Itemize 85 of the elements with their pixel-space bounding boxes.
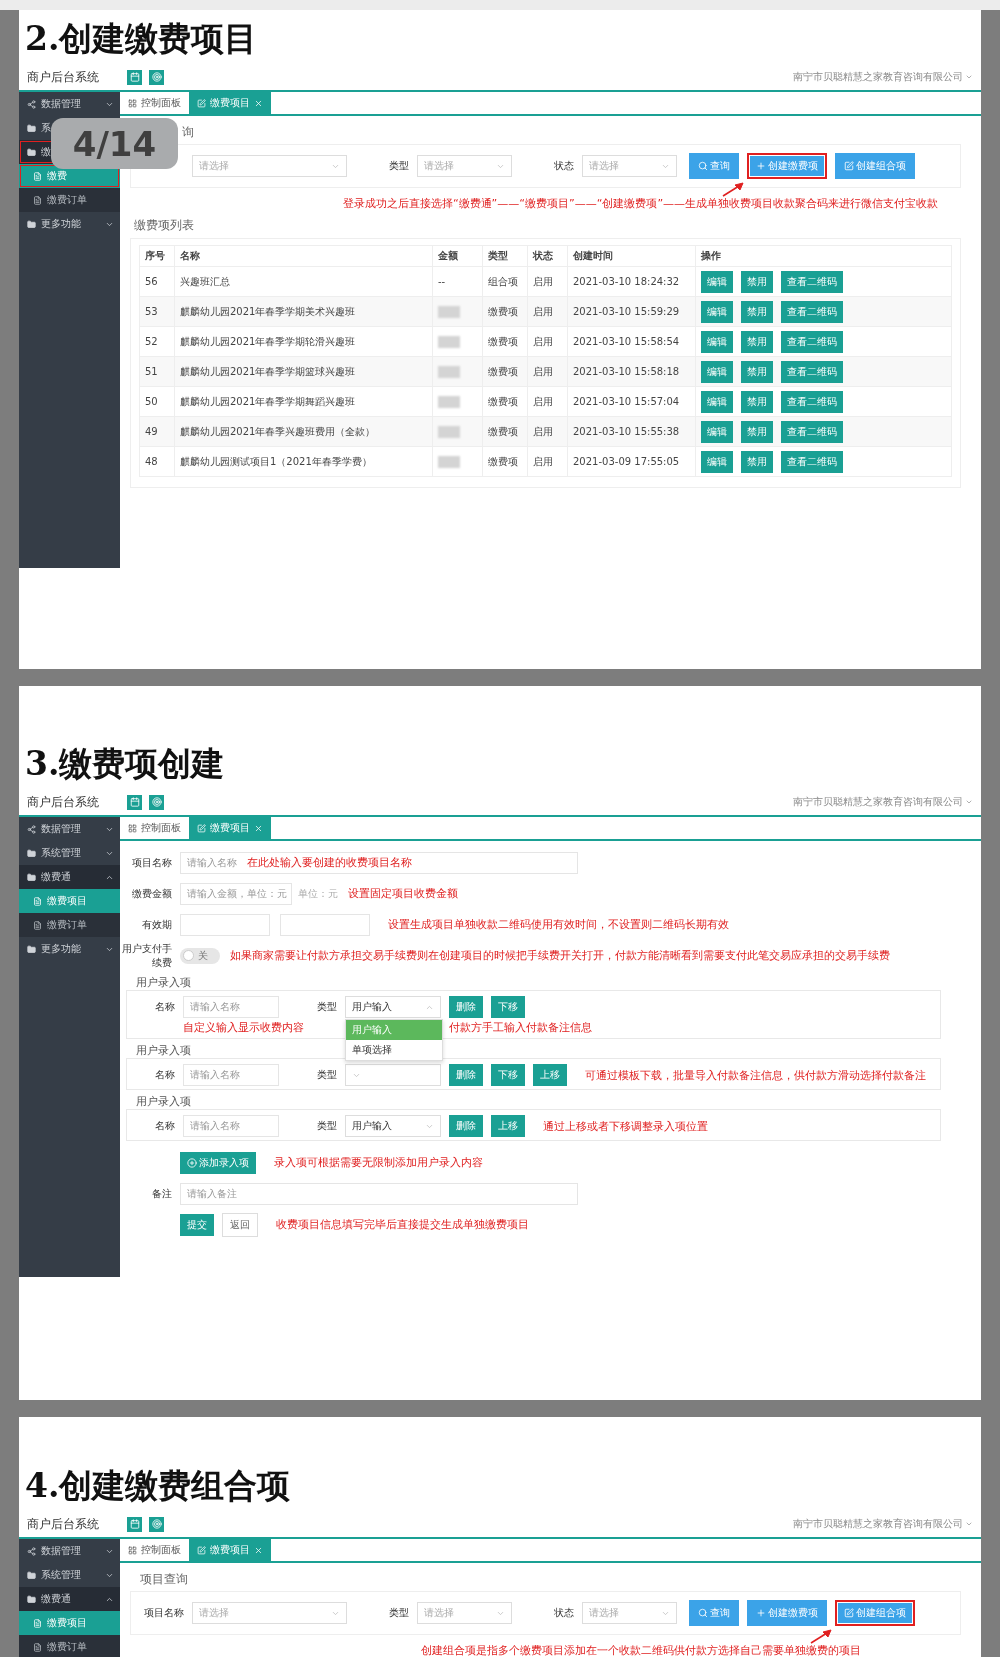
annotation: 收费项目信息填写完毕后直接提交生成单独缴费项目 — [276, 1217, 529, 1232]
field-label: 类型 — [316, 1068, 337, 1082]
table-cell: 启用 — [527, 416, 568, 447]
field-label: 状态 — [553, 1606, 574, 1620]
column-header: 序号 — [139, 245, 175, 267]
table-cell: 2021-03-10 15:55:38 — [567, 416, 696, 447]
table-cell: 2021-03-10 15:58:54 — [567, 326, 696, 357]
table-cell: 48 — [139, 446, 175, 477]
annotation: 如果商家需要让付款方承担交易手续费则在创建项目的时候把手续费开关打开，付款方能清晰看到需要支付此笔交易应承担的交易手续费 — [230, 948, 890, 963]
table-cell: 53 — [139, 296, 175, 327]
table-cell: 2021-03-09 17:55:05 — [567, 446, 696, 477]
table-cell: 51 — [139, 356, 175, 387]
field-label: 类型 — [388, 159, 409, 173]
field-label: 项目名称 — [131, 855, 172, 870]
field-label: 名称 — [154, 1119, 175, 1133]
field-label: 缴费金额 — [131, 886, 172, 901]
table-cell: 麒麟幼儿园2021年春季兴趣班费用（全款） — [174, 416, 433, 447]
section-heading: 缴费项列表 — [134, 217, 194, 234]
table-cell: 缴费项 — [482, 356, 528, 387]
table-cell: 2021-03-10 15:59:29 — [567, 296, 696, 327]
annotation: 录入项可根据需要无限制添加用户录入内容 — [274, 1155, 483, 1170]
annotation: 自定义输入显示收费内容 — [183, 1020, 304, 1035]
table-cell: 50 — [139, 386, 175, 417]
field-label: 类型 — [316, 1000, 337, 1014]
annotation: 设置固定项目收费金额 — [348, 886, 458, 901]
table-cell: 麒麟幼儿园测试项目1（2021年春季学费） — [174, 446, 433, 477]
app-brand: 商户后台系统 — [27, 1515, 100, 1533]
table-cell: 49 — [139, 416, 175, 447]
table-cell: 启用 — [527, 386, 568, 417]
slide-title: 4.创建缴费组合项 — [24, 1465, 292, 1507]
table-cell: 2021-03-10 15:58:18 — [567, 356, 696, 387]
table-cell: 缴费项 — [482, 446, 528, 477]
column-header: 金额 — [432, 245, 483, 267]
annotation: 设置生成项目单独收款二维码使用有效时间，不设置则二维码长期有效 — [388, 917, 729, 932]
table-cell: 2021-03-10 18:24:32 — [567, 266, 696, 297]
table-cell: 2021-03-10 15:57:04 — [567, 386, 696, 417]
column-header: 状态 — [527, 245, 568, 267]
table-cell: 56 — [139, 266, 175, 297]
table-cell: -- — [432, 266, 483, 297]
table-cell: 启用 — [527, 266, 568, 297]
field-label: 项目名称 — [143, 1606, 184, 1620]
annotation: 可通过模板下载，批量导入付款备注信息，供付款方滑动选择付款备注 — [585, 1067, 926, 1083]
page-indicator-toast: 4/14 — [51, 118, 178, 169]
field-label: 名称 — [154, 1068, 175, 1082]
table-cell: 兴趣班汇总 — [174, 266, 433, 297]
table-cell: 麒麟幼儿园2021年春季学期舞蹈兴趣班 — [174, 386, 433, 417]
field-label: 用户支付手续费 — [121, 941, 172, 970]
unit-label: 单位：元 — [298, 886, 338, 901]
field-label: 类型 — [316, 1119, 337, 1133]
table-cell: 启用 — [527, 326, 568, 357]
field-label: 状态 — [553, 159, 574, 173]
field-label: 备注 — [151, 1186, 172, 1201]
annotation: 创建组合项是指多个缴费项目添加在一个收款二维码供付款方选择自己需要单独缴费的项目 — [419, 1643, 862, 1657]
slide-title: 2.创建缴费项目 — [24, 18, 259, 60]
field-label: 名称 — [154, 1000, 175, 1014]
annotation: 付款方手工输入付款备注信息 — [449, 1020, 592, 1035]
field-label: 类型 — [388, 1606, 409, 1620]
annotation: 通过上移或者下移调整录入项位置 — [543, 1118, 708, 1134]
column-header: 名称 — [174, 245, 433, 267]
table-cell: 麒麟幼儿园2021年春季学期美术兴趣班 — [174, 296, 433, 327]
group-legend: 用户录入项 — [136, 1043, 191, 1058]
table-cell: 缴费项 — [482, 416, 528, 447]
app-brand: 商户后台系统 — [27, 68, 100, 86]
table-cell: 缴费项 — [482, 386, 528, 417]
table-cell: 启用 — [527, 356, 568, 387]
table-cell: 启用 — [527, 446, 568, 477]
section-heading: 项目查询 — [140, 1571, 188, 1588]
table-cell: 缴费项 — [482, 326, 528, 357]
annotation: 在此处输入要创建的收费项目名称 — [247, 855, 412, 870]
column-header: 操作 — [695, 245, 952, 267]
table-cell: 启用 — [527, 296, 568, 327]
field-label: 有效期 — [141, 917, 172, 932]
slide-title: 3.缴费项创建 — [24, 743, 226, 785]
table-cell: 组合项 — [482, 266, 528, 297]
section-heading: 询 — [182, 124, 194, 141]
group-legend: 用户录入项 — [136, 975, 191, 990]
table-cell: 麒麟幼儿园2021年春季学期篮球兴趣班 — [174, 356, 433, 387]
table-cell: 52 — [139, 326, 175, 357]
app-brand: 商户后台系统 — [27, 793, 100, 811]
column-header: 类型 — [482, 245, 528, 267]
table-cell: 麒麟幼儿园2021年春季学期轮滑兴趣班 — [174, 326, 433, 357]
table-cell: 缴费项 — [482, 296, 528, 327]
annotation: 登录成功之后直接选择“缴费通”——“缴费项目”——“创建缴费项”——生成单独收费项目收款聚合码来进行微信支付宝收款 — [341, 196, 940, 211]
column-header: 创建时间 — [567, 245, 696, 267]
group-legend: 用户录入项 — [136, 1094, 191, 1109]
